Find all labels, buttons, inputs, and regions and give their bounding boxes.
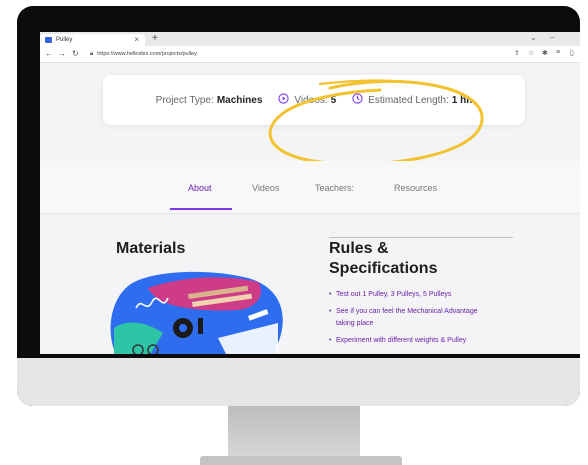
estimated-length: Estimated Length: 1 hr. [352,93,472,107]
section-divider [329,237,513,238]
page-tabs: About Videos Teachers: Resources [40,161,580,214]
monitor-stand [228,406,360,458]
extensions-icon[interactable]: ✱ [542,49,548,57]
browser-toolbar: ← → ↻ 🔒︎ https://www.hellosbix.com/proje… [40,46,580,63]
rules-section: Rules & Specifications Test out 1 Pulley… [329,239,529,352]
tab-teachers[interactable]: Teachers: [315,183,354,193]
reading-list-icon[interactable]: ≡ [556,49,560,56]
monitor-frame: Pulley × + ⌄ – ← → ↻ 🔒︎ https://www.hell… [17,6,580,406]
tab-videos[interactable]: Videos [252,183,279,193]
web-page: Project Type: Machines Videos: 5 Estimat… [40,63,580,354]
address-bar[interactable]: 🔒︎ https://www.hellosbix.com/projects/pu… [90,49,510,59]
project-type: Project Type: Machines [156,95,263,106]
materials-illustration [110,271,283,354]
active-tab-indicator [170,208,232,210]
rules-list-item: See if you can feel the Mechanical Advan… [329,306,496,330]
monitor-chin [17,358,580,406]
rules-title-line2: Specifications [329,260,438,277]
chevron-down-icon[interactable]: ⌄ [530,33,537,42]
clock-icon [352,93,363,107]
browser-tab-title: Pulley [56,37,73,43]
rules-list-item: Test out 1 Pulley, 3 Pulleys, 5 Pulleys [329,289,496,301]
rules-list-item: Experiment with different weights & Pull… [329,335,496,347]
new-tab-button[interactable]: + [152,33,158,44]
back-arrow-icon[interactable]: ← [45,49,53,58]
length-value: 1 hr. [451,94,473,106]
monitor-stand-base [200,456,402,465]
tab-resources[interactable]: Resources [394,183,437,193]
sidebar-icon[interactable]: ▯ [570,49,574,57]
videos-value: 5 [330,94,337,106]
videos-label: Videos: [294,94,328,106]
browser-tab[interactable]: Pulley × [40,34,145,46]
rules-title-line1: Rules & [329,240,389,257]
play-circle-icon [278,93,290,107]
materials-title: Materials [116,240,186,257]
project-type-label: Project Type: [155,94,214,106]
rules-list: Test out 1 Pulley, 3 Pulleys, 5 Pulleys … [329,289,529,347]
materials-section: Materials [116,239,185,259]
url-text: https://www.hellosbix.com/projects/pulle… [97,51,197,57]
favicon-icon [45,37,52,43]
lock-icon: 🔒︎ [90,50,94,57]
project-info-row: Project Type: Machines Videos: 5 Estimat… [103,75,525,125]
tab-about[interactable]: About [188,183,212,193]
bookmark-star-icon[interactable]: ☆ [528,49,534,57]
project-info-card: Project Type: Machines Videos: 5 Estimat… [103,75,525,125]
screen: Pulley × + ⌄ – ← → ↻ 🔒︎ https://www.hell… [40,32,580,354]
videos-count: Videos: 5 [278,93,336,107]
project-type-value: Machines [216,94,263,106]
length-label: Estimated Length: [368,94,449,106]
browser-tab-strip: Pulley × + ⌄ – [40,32,580,46]
forward-arrow-icon[interactable]: → [58,49,66,58]
tab-close-icon[interactable]: × [134,35,139,44]
share-icon[interactable]: ⇪ [514,49,520,57]
minimize-icon[interactable]: – [550,33,554,42]
reload-icon[interactable]: ↻ [72,49,79,58]
